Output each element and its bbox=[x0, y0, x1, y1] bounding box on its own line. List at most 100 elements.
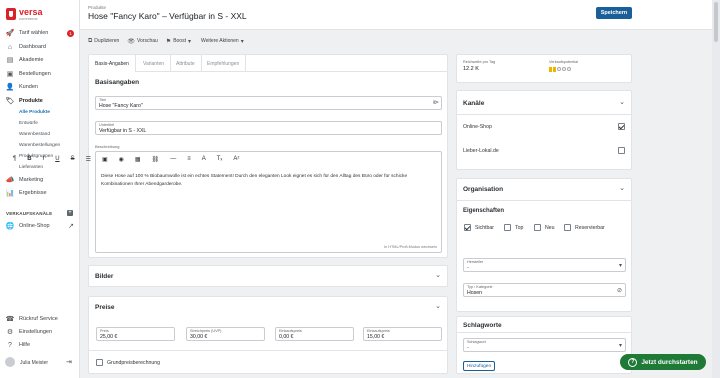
html-mode-link[interactable]: In HTML/Profi-Modus wechseln bbox=[384, 245, 437, 249]
align-icon[interactable]: ≡ bbox=[187, 156, 191, 162]
category-select[interactable]: Typ / Kategorie Hosen ⊘ bbox=[463, 283, 626, 297]
base-price-checkbox[interactable] bbox=[96, 359, 103, 366]
stats-card: Reichweite pro Tag 12.2 K Verkaufspotent… bbox=[456, 54, 632, 83]
video-icon[interactable]: ◉ bbox=[119, 156, 124, 163]
tab-attribute[interactable]: Attribute bbox=[170, 55, 202, 72]
sidebar-item-bestellungen[interactable]: ▣ Bestellungen bbox=[0, 68, 80, 80]
manufacturer-select[interactable]: Hersteller - ▾ bbox=[463, 258, 626, 272]
sidebar-sub-alle-produkte[interactable]: Alle Produkte bbox=[19, 110, 50, 115]
clear-icon[interactable]: ⊘ bbox=[617, 287, 622, 294]
bold-icon[interactable]: B bbox=[27, 156, 31, 162]
image-icon[interactable]: ▣ bbox=[102, 156, 108, 163]
text-color-icon[interactable]: A bbox=[202, 156, 206, 162]
potential-segment-filled bbox=[553, 67, 556, 72]
sidebar-item-ergebnisse[interactable]: 📊 Ergebnisse bbox=[0, 187, 80, 199]
purchase-price-field[interactable]: Einkaufspreis 0,00 € bbox=[275, 327, 354, 341]
chevron-down-icon[interactable]: ⌄ bbox=[619, 98, 625, 106]
purchase-price-2-field[interactable]: Einkaufspreis 15,00 € bbox=[363, 327, 442, 341]
globe-icon: 🌐 bbox=[5, 223, 15, 230]
preview-button[interactable]: 👁 Vorschau bbox=[127, 38, 157, 45]
font-size-icon[interactable]: Aᶻ bbox=[233, 156, 239, 162]
add-tag-button[interactable]: Hinzufügen bbox=[463, 361, 495, 371]
sidebar-item-tarif[interactable]: 🚀 Tarif wählen 1 bbox=[0, 27, 80, 39]
chevron-down-icon: ▾ bbox=[618, 263, 622, 269]
strike-price-field[interactable]: Streichpreis (UVP) 30,00 € bbox=[186, 327, 265, 341]
sidebar-sub-warenbestand[interactable]: Warenbestand bbox=[19, 132, 50, 137]
divider bbox=[89, 350, 447, 351]
italic-icon[interactable]: I bbox=[43, 156, 45, 162]
rocket-icon: 🚀 bbox=[5, 30, 15, 37]
logout-icon[interactable]: ⇥ bbox=[66, 358, 72, 366]
breadcrumb[interactable]: Produkte bbox=[88, 5, 106, 10]
sidebar-item-akademie[interactable]: ▤ Akademie bbox=[0, 54, 80, 66]
sidebar-item-rueckruf[interactable]: ☎ Rückruf Service bbox=[0, 313, 80, 325]
duplicate-button[interactable]: ⧉ Duplizieren bbox=[88, 38, 119, 45]
chevron-down-icon[interactable]: ⌄ bbox=[435, 302, 441, 310]
channel-online-shop-label: Online-Shop bbox=[463, 124, 492, 130]
underline-icon[interactable]: U bbox=[55, 156, 59, 162]
sichtbar-checkbox[interactable] bbox=[464, 224, 471, 231]
scrollbar-thumb[interactable] bbox=[714, 2, 718, 42]
table-icon[interactable]: ▦ bbox=[135, 156, 141, 163]
sidebar-item-online-shop[interactable]: 🌐 Online-Shop ↗ bbox=[0, 220, 80, 232]
add-channel-button[interactable]: + bbox=[67, 210, 73, 216]
logo[interactable]: versa commerce bbox=[6, 6, 43, 22]
page-scrollbar[interactable] bbox=[712, 0, 720, 378]
subtitle-field[interactable]: Untertitel Verfügbar in S - XXL bbox=[95, 121, 442, 135]
boost-dropdown[interactable]: ⚑ Boost ▾ bbox=[166, 38, 193, 45]
potential-segment-empty bbox=[567, 67, 571, 71]
sichtbar-label: Sichtbar bbox=[475, 225, 495, 231]
sidebar-item-label: Marketing bbox=[19, 177, 44, 183]
price-field[interactable]: Preis 25,00 € bbox=[96, 327, 175, 341]
channel-online-shop-checkbox[interactable] bbox=[618, 123, 625, 130]
sidebar-sub-lieferanten[interactable]: Lieferanten bbox=[19, 165, 43, 170]
ai-icon[interactable]: ⧐ bbox=[433, 99, 439, 106]
prices-card: Preise ⌄ Preis 25,00 € Streichpreis (UVP… bbox=[88, 296, 448, 374]
sidebar-sub-entwuerfe[interactable]: Entwürfe bbox=[19, 121, 38, 126]
clear-format-icon[interactable]: Tₓ bbox=[217, 156, 223, 162]
sidebar-item-dashboard[interactable]: ⌂ Dashboard bbox=[0, 41, 80, 53]
neu-checkbox[interactable] bbox=[534, 224, 541, 231]
get-started-button[interactable]: ? Jetzt durchstarten bbox=[620, 354, 706, 370]
tab-empfehlungen[interactable]: Empfehlungen bbox=[201, 55, 247, 72]
horizontal-rule-icon[interactable]: — bbox=[170, 156, 176, 162]
description-text[interactable]: Diese Hose auf 100 % Biobaumwolle ist ei… bbox=[101, 173, 431, 189]
basics-title: Basisangaben bbox=[95, 79, 140, 86]
sidebar-item-produkte[interactable]: 🏷 Produkte bbox=[0, 95, 80, 107]
avatar[interactable] bbox=[5, 357, 15, 367]
divider bbox=[457, 332, 631, 333]
sidebar-sub-warenbestellungen[interactable]: Warenbestellungen bbox=[19, 143, 60, 148]
reservierbar-checkbox[interactable] bbox=[564, 224, 571, 231]
save-button[interactable]: Speichern bbox=[596, 7, 632, 19]
eye-icon: 👁 bbox=[127, 38, 135, 45]
gear-icon: ⚙ bbox=[6, 329, 14, 336]
top-checkbox[interactable] bbox=[504, 224, 511, 231]
images-card[interactable]: Bilder ⌄ bbox=[88, 265, 448, 287]
chevron-down-icon[interactable]: ⌄ bbox=[619, 184, 625, 192]
page-title: Hose "Fancy Karo" – Verfügbar in S - XXL bbox=[88, 11, 247, 21]
chevron-down-icon[interactable]: ⌄ bbox=[435, 271, 441, 279]
images-title: Bilder bbox=[95, 273, 114, 280]
product-tabs: Basis-Angaben Varianten Attribute Empfeh… bbox=[89, 55, 447, 72]
description-editor[interactable] bbox=[95, 151, 442, 253]
academy-icon: ▤ bbox=[6, 57, 14, 64]
external-link-icon[interactable]: ↗ bbox=[68, 222, 74, 230]
dashboard-icon: ⌂ bbox=[7, 43, 13, 51]
paragraph-icon[interactable]: ¶ bbox=[13, 156, 16, 162]
tags-title: Schlagworte bbox=[463, 322, 502, 329]
tab-basis-angaben[interactable]: Basis-Angaben bbox=[89, 55, 136, 72]
list-icon[interactable]: ☰ bbox=[86, 156, 91, 163]
more-actions-dropdown[interactable]: Weitere Aktionen ▾ bbox=[201, 38, 246, 45]
title-field[interactable]: Titel Hose "Fancy Karo" ⧐ bbox=[95, 96, 442, 110]
sidebar-item-kunden[interactable]: 👤 Kunden bbox=[0, 81, 80, 93]
channel-lieber-lokal-checkbox[interactable] bbox=[618, 147, 625, 154]
tag-select[interactable]: Schlagwort - ▾ bbox=[463, 338, 626, 352]
tags-card: Schlagworte Schlagwort - ▾ Hinzufügen bbox=[456, 316, 632, 374]
sidebar-item-marketing[interactable]: 📣 Marketing bbox=[0, 174, 80, 186]
tab-varianten[interactable]: Varianten bbox=[137, 55, 172, 72]
link-icon[interactable]: ⛓ bbox=[152, 156, 160, 163]
chart-icon: 📊 bbox=[5, 190, 15, 197]
strikethrough-icon[interactable]: S bbox=[71, 156, 75, 162]
sidebar-item-einstellungen[interactable]: ⚙ Einstellungen bbox=[0, 326, 80, 338]
sidebar-item-hilfe[interactable]: ? Hilfe bbox=[0, 339, 80, 351]
